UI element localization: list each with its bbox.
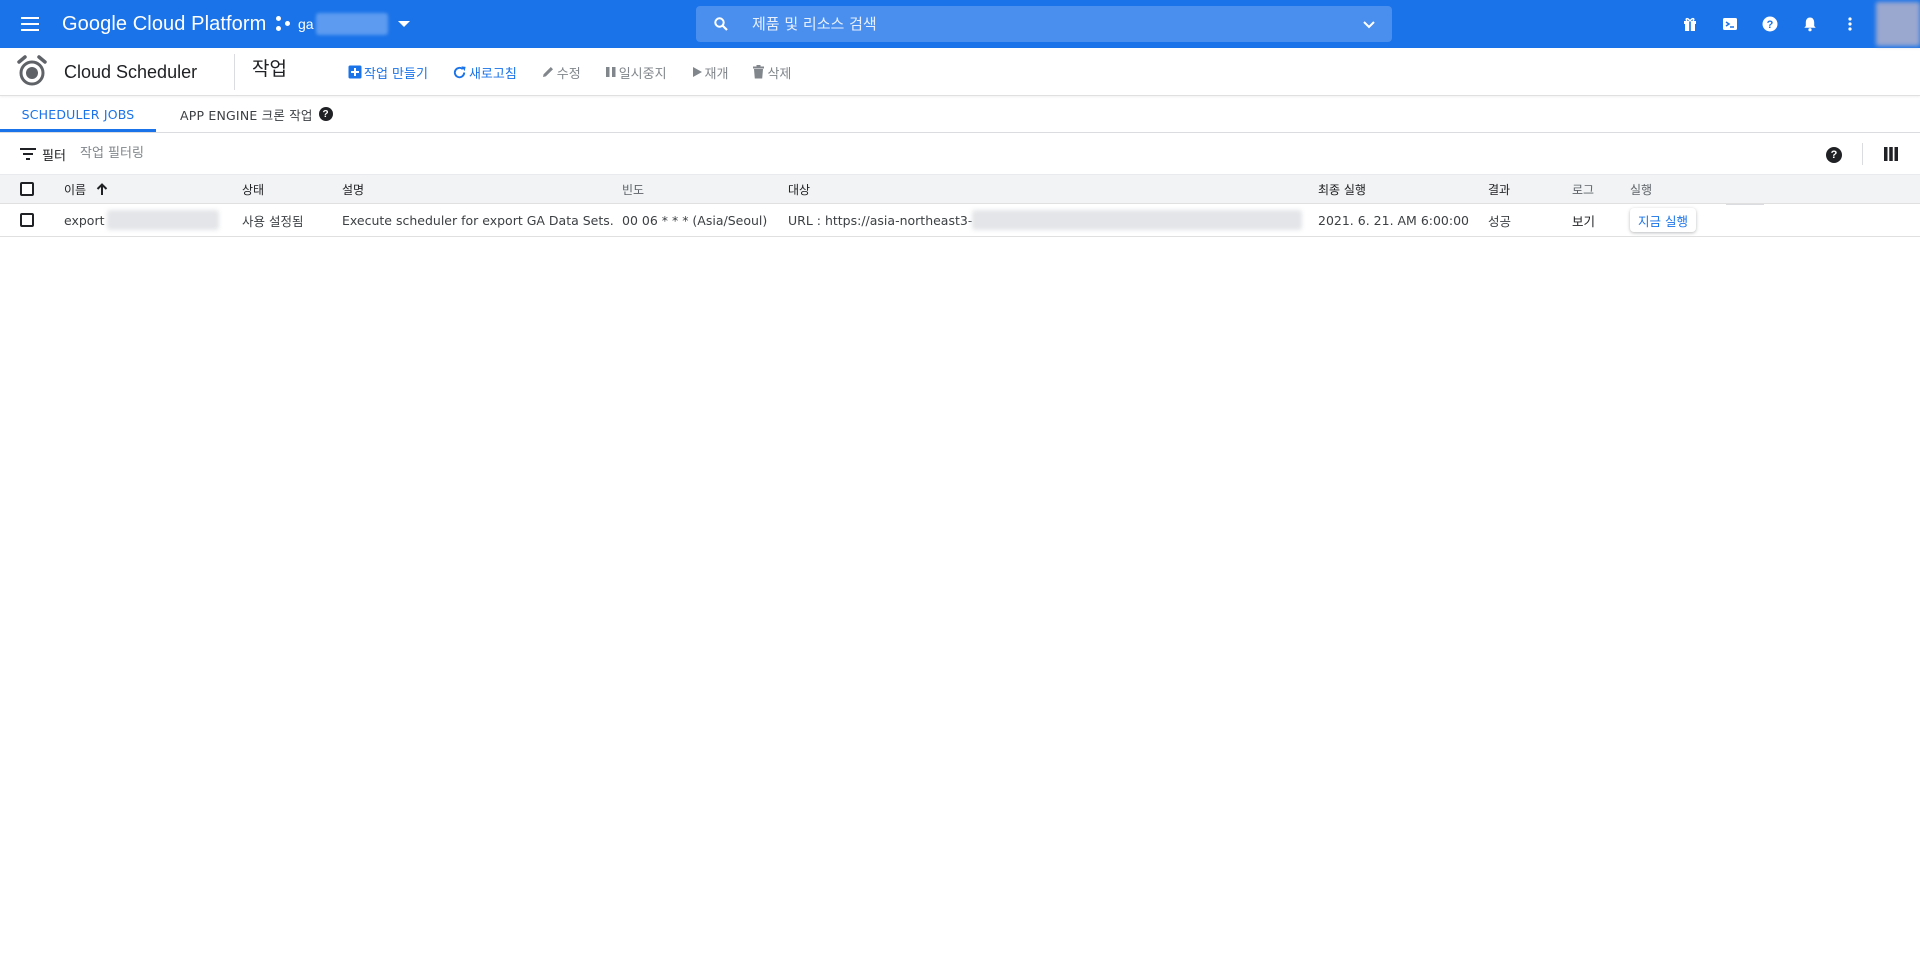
- help-icon[interactable]: ?: [318, 107, 333, 121]
- top-app-bar: Google Cloud Platform ga ?: [0, 0, 1920, 48]
- column-header-description[interactable]: 설명: [342, 175, 364, 203]
- page-title: 작업: [252, 58, 287, 80]
- toolbar-divider: [1862, 143, 1863, 165]
- more-vert-icon[interactable]: [1830, 4, 1870, 44]
- refresh-icon: [453, 65, 466, 78]
- resume-button[interactable]: 재개: [691, 63, 729, 82]
- filter-label: 필터: [42, 149, 66, 164]
- cloud-scheduler-logo-icon: [17, 55, 47, 86]
- column-header-status[interactable]: 상태: [242, 175, 264, 203]
- column-display-icon[interactable]: [1884, 147, 1898, 161]
- column-header-run: 실행: [1630, 182, 1653, 197]
- refresh-button[interactable]: 새로고침: [452, 63, 517, 82]
- resume-label: 재개: [704, 66, 729, 82]
- table-row[interactable]: export 사용 설정됨 Execute scheduler for expo…: [0, 204, 1920, 237]
- project-selector[interactable]: ga: [276, 10, 410, 38]
- chevron-down-icon[interactable]: [1362, 18, 1376, 32]
- select-all-checkbox-cell: [20, 175, 34, 203]
- column-header-target[interactable]: 대상: [788, 175, 810, 203]
- filter-input[interactable]: [80, 141, 480, 165]
- menu-icon[interactable]: [18, 12, 42, 36]
- edit-button[interactable]: 수정: [541, 63, 581, 82]
- filter-list-icon[interactable]: [20, 148, 36, 160]
- job-name-cell[interactable]: export: [64, 204, 219, 236]
- toolbar-divider: [234, 54, 235, 90]
- help-icon[interactable]: ?: [1826, 147, 1842, 163]
- table-header: 이름 상태 설명 빈도 대상 최종 실행 결과 로그 실행: [0, 175, 1920, 204]
- pause-label: 일시중지: [618, 66, 667, 82]
- trash-icon: [753, 65, 765, 79]
- row-checkbox[interactable]: [20, 213, 34, 227]
- job-target: URL : https://asia-northeast3-: [788, 212, 973, 228]
- notifications-icon[interactable]: [1790, 4, 1830, 44]
- job-description: Execute scheduler for export GA Data Set…: [342, 212, 614, 228]
- edit-label: 수정: [556, 66, 581, 82]
- project-name: ga: [298, 16, 314, 32]
- run-now-button[interactable]: 지금 실행: [1630, 208, 1696, 232]
- create-job-button[interactable]: 작업 만들기: [348, 63, 428, 82]
- tab-scheduler-jobs[interactable]: SCHEDULER JOBS: [0, 96, 156, 132]
- column-header-result[interactable]: 결과: [1488, 175, 1510, 203]
- help-icon[interactable]: ?: [1750, 4, 1790, 44]
- product-name: Cloud Scheduler: [64, 62, 198, 82]
- row-checkbox-cell: [20, 204, 34, 236]
- column-header-last-run[interactable]: 최종 실행: [1318, 175, 1366, 203]
- job-name[interactable]: export: [64, 213, 105, 228]
- action-bar: 작업 만들기 새로고침 수정 일시중지 재개 삭제: [348, 60, 815, 84]
- pause-icon: [605, 67, 616, 77]
- column-header-log: 로그: [1572, 182, 1595, 197]
- select-all-checkbox[interactable]: [20, 182, 34, 196]
- pencil-icon: [542, 67, 553, 77]
- view-log-label[interactable]: 보기: [1572, 211, 1595, 230]
- job-target-cell: URL : https://asia-northeast3-: [788, 204, 1303, 236]
- avatar[interactable]: [1876, 2, 1920, 46]
- column-header-name[interactable]: 이름: [64, 175, 108, 203]
- job-frequency: 00 06 * * * (Asia/Seoul): [622, 212, 768, 228]
- pause-button[interactable]: 일시중지: [605, 63, 667, 82]
- project-icon: [276, 16, 292, 32]
- svg-text:?: ?: [1767, 19, 1774, 31]
- product-toolbar: Cloud Scheduler 작업 작업 만들기 새로고침 수정 일시중지 재…: [0, 48, 1920, 96]
- divider: [1726, 204, 1764, 205]
- delete-button[interactable]: 삭제: [752, 63, 791, 82]
- run-now-cell: 지금 실행: [1630, 204, 1696, 236]
- tab-app-engine-cron-label: APP ENGINE 크론 작업: [180, 107, 313, 123]
- gift-icon[interactable]: [1670, 4, 1710, 44]
- refresh-label: 새로고침: [468, 66, 517, 82]
- search-icon: [714, 17, 728, 31]
- create-job-label: 작업 만들기: [364, 66, 428, 82]
- caret-down-icon: [397, 21, 410, 27]
- tab-bar: SCHEDULER JOBS APP ENGINE 크론 작업 ?: [0, 96, 1920, 133]
- view-log-link[interactable]: 보기: [1572, 204, 1595, 236]
- add-box-icon: [348, 65, 362, 79]
- play-icon: [692, 67, 702, 77]
- cloud-shell-icon[interactable]: [1710, 4, 1750, 44]
- arrow-up-icon: [96, 182, 108, 195]
- app-title[interactable]: Google Cloud Platform: [62, 12, 266, 36]
- job-last-run: 2021. 6. 21. AM 6:00:00: [1318, 212, 1470, 228]
- job-status: 사용 설정됨: [242, 213, 304, 229]
- job-name-redacted: [106, 210, 219, 230]
- project-name-redacted: [315, 13, 388, 35]
- job-target-redacted: [972, 210, 1303, 230]
- delete-label: 삭제: [767, 66, 792, 82]
- search-bar[interactable]: [696, 6, 1392, 42]
- column-header-name-label: 이름: [64, 182, 87, 197]
- search-input[interactable]: [752, 6, 1312, 42]
- tab-app-engine-cron[interactable]: APP ENGINE 크론 작업 ?: [180, 96, 333, 132]
- filter-bar: 필터 ?: [0, 133, 1920, 175]
- job-result: 성공: [1488, 213, 1512, 229]
- top-icons: ?: [1670, 0, 1920, 48]
- column-header-frequency[interactable]: 빈도: [622, 175, 644, 203]
